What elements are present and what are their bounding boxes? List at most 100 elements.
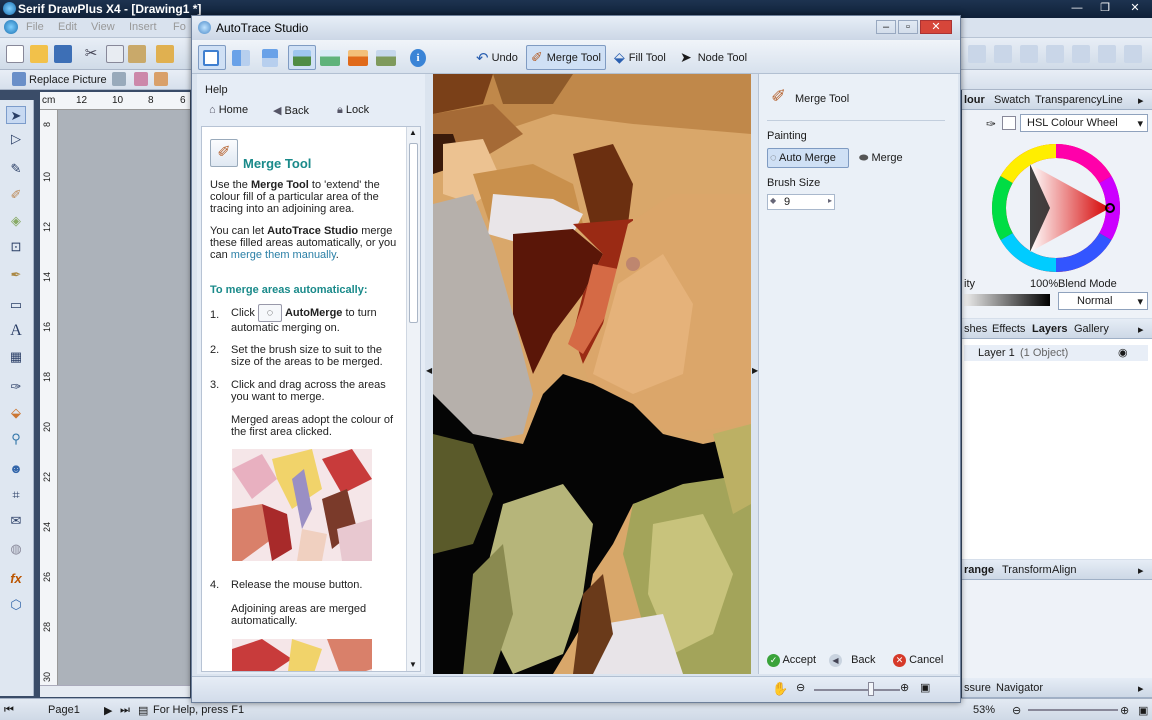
tab-layers[interactable]: Layers	[1032, 323, 1067, 335]
tab-swatch[interactable]: Swatch	[994, 94, 1030, 106]
menu-insert[interactable]: Insert	[129, 21, 157, 33]
colour-model-dropdown[interactable]: HSL Colour Wheel ▾	[1020, 114, 1148, 132]
drawing-canvas[interactable]	[58, 110, 190, 685]
connector-tool-icon[interactable]: ⊡	[6, 238, 26, 256]
dialog-zoom-slider[interactable]	[814, 689, 900, 691]
tab-navigator[interactable]: Navigator	[996, 682, 1043, 694]
copy-icon[interactable]	[106, 45, 124, 63]
new-icon[interactable]	[6, 45, 24, 63]
minimize-button[interactable]: —	[1066, 0, 1088, 16]
close-button[interactable]: ✕	[1124, 0, 1146, 16]
lock-button[interactable]: 🔒︎ Lock	[337, 104, 369, 117]
fit-page-icon[interactable]: ▣	[1138, 704, 1148, 717]
scroll-thumb[interactable]	[409, 143, 418, 323]
tab-colour[interactable]: lour	[964, 94, 985, 106]
tab-brushes[interactable]: shes	[964, 323, 987, 335]
back-button[interactable]: ◀ Back	[273, 104, 309, 117]
fill-tool-button[interactable]: ⬙ Fill Tool	[610, 45, 670, 70]
back-footer-button[interactable]: ◀ Back	[829, 654, 876, 667]
envelope-tool-icon[interactable]: ✉	[6, 512, 26, 530]
tab-line[interactable]: Line	[1102, 94, 1123, 106]
transparency-tool-icon[interactable]: ⚲	[6, 430, 26, 448]
colour-wheel[interactable]	[990, 142, 1122, 274]
blend-mode-dropdown[interactable]: Normal ▾	[1058, 292, 1148, 310]
accept-button[interactable]: ✓ Accept	[767, 654, 816, 667]
node-tool-icon[interactable]: ▷	[6, 130, 26, 148]
panel-expand-icon[interactable]: ▸	[1138, 323, 1144, 336]
paste-icon[interactable]	[128, 45, 146, 63]
tab-arrange[interactable]: range	[964, 564, 994, 576]
home-button[interactable]: ⌂ Home	[209, 104, 248, 116]
replace-picture-button[interactable]: Replace Picture	[29, 74, 107, 86]
restore-button[interactable]: ❐	[1094, 0, 1116, 16]
stepper-down-icon[interactable]: ◆	[770, 196, 776, 205]
format-painter-icon[interactable]	[156, 45, 174, 63]
panel-icon-7[interactable]	[1124, 45, 1142, 63]
trace-preview[interactable]	[433, 74, 751, 674]
effects-tool-icon[interactable]: fx	[6, 570, 26, 588]
dialog-maximize-button[interactable]: ▫	[898, 20, 918, 34]
preset-house-button[interactable]	[344, 45, 372, 70]
last-page-icon[interactable]: ⏭	[120, 704, 130, 717]
save-icon[interactable]	[54, 45, 72, 63]
paint-tool-icon[interactable]: ✒	[6, 266, 26, 284]
panel-icon-3[interactable]	[1020, 45, 1038, 63]
merge-tool-button[interactable]: ✐ Merge Tool	[526, 45, 606, 70]
open-icon[interactable]	[30, 45, 48, 63]
panel-icon-1[interactable]	[968, 45, 986, 63]
tab-align[interactable]: Align	[1052, 564, 1076, 576]
view-single-button[interactable]	[198, 45, 226, 70]
merge-button[interactable]: ⬬ Merge	[859, 150, 903, 165]
node-tool-button[interactable]: ➤ Node Tool	[676, 45, 751, 70]
app-menu-icon[interactable]	[4, 20, 18, 34]
fit-view-icon[interactable]: ▣	[920, 681, 930, 694]
cancel-button[interactable]: ✕ Cancel	[893, 654, 943, 667]
scroll-down-icon[interactable]: ▼	[409, 660, 417, 669]
opacity-slider[interactable]	[964, 294, 1050, 306]
first-page-icon[interactable]: ⏮	[4, 704, 14, 717]
replace-picture-icon[interactable]	[12, 72, 26, 86]
panel-expand-icon[interactable]: ▸	[1138, 94, 1144, 107]
menu-format[interactable]: Fo	[173, 21, 186, 33]
eyedropper-tool-icon[interactable]: ✑	[6, 378, 26, 396]
merge-manually-link[interactable]: merge them manually	[231, 249, 336, 261]
brush-tool-icon[interactable]: ✐	[6, 186, 26, 204]
preset-landscape-button[interactable]	[288, 45, 316, 70]
undo-button[interactable]: ↶ Undo	[472, 45, 522, 70]
preset-photo-button[interactable]	[372, 45, 400, 70]
blend-tool-icon[interactable]: ◍	[6, 540, 26, 558]
help-scrollbar[interactable]: ▲ ▼	[406, 127, 420, 671]
eye-icon[interactable]: ◉	[1118, 346, 1128, 359]
menu-edit[interactable]: Edit	[58, 21, 77, 33]
view-stacked-button[interactable]	[258, 45, 286, 70]
brush-icon[interactable]	[154, 72, 168, 86]
tab-effects[interactable]: Effects	[992, 323, 1025, 335]
crop-tool-icon[interactable]: ⌗	[6, 486, 26, 504]
text-tool-icon[interactable]: A	[6, 322, 26, 340]
preset-outline-button[interactable]	[316, 45, 344, 70]
panel-icon-4[interactable]	[1046, 45, 1064, 63]
dialog-close-button[interactable]: ✕	[920, 20, 952, 34]
panel-expand-icon[interactable]: ▸	[1138, 682, 1144, 695]
zoom-slider[interactable]	[1028, 709, 1118, 711]
pointer-tool-icon[interactable]: ➤	[6, 106, 26, 124]
menu-file[interactable]: File	[26, 21, 44, 33]
rectangle-tool-icon[interactable]: ▭	[6, 296, 26, 314]
tab-transparency[interactable]: Transparency	[1035, 94, 1102, 106]
stepper-up-icon[interactable]: ▸	[828, 196, 832, 205]
zoom-in-icon[interactable]: ⊕	[1120, 704, 1129, 717]
hand-pan-icon[interactable]: ✋	[772, 681, 788, 697]
brush-size-value[interactable]: 9	[784, 196, 790, 208]
pencil-tool-icon[interactable]: ✎	[6, 160, 26, 178]
tab-gallery[interactable]: Gallery	[1074, 323, 1109, 335]
next-page-icon[interactable]: ▶	[104, 704, 112, 717]
fill-bucket-tool-icon[interactable]: ⬙	[6, 404, 26, 422]
panel-expand-icon[interactable]: ▸	[1138, 564, 1144, 577]
zoom-out-icon[interactable]: ⊖	[796, 681, 805, 694]
info-icon[interactable]: i	[406, 45, 430, 70]
table-tool-icon[interactable]: ▦	[6, 348, 26, 366]
zoom-in-icon[interactable]: ⊕	[900, 681, 909, 694]
3d-tool-icon[interactable]: ⬡	[6, 596, 26, 614]
eyedropper-icon[interactable]	[134, 72, 148, 86]
collapse-help-icon[interactable]: ◀	[426, 366, 432, 375]
